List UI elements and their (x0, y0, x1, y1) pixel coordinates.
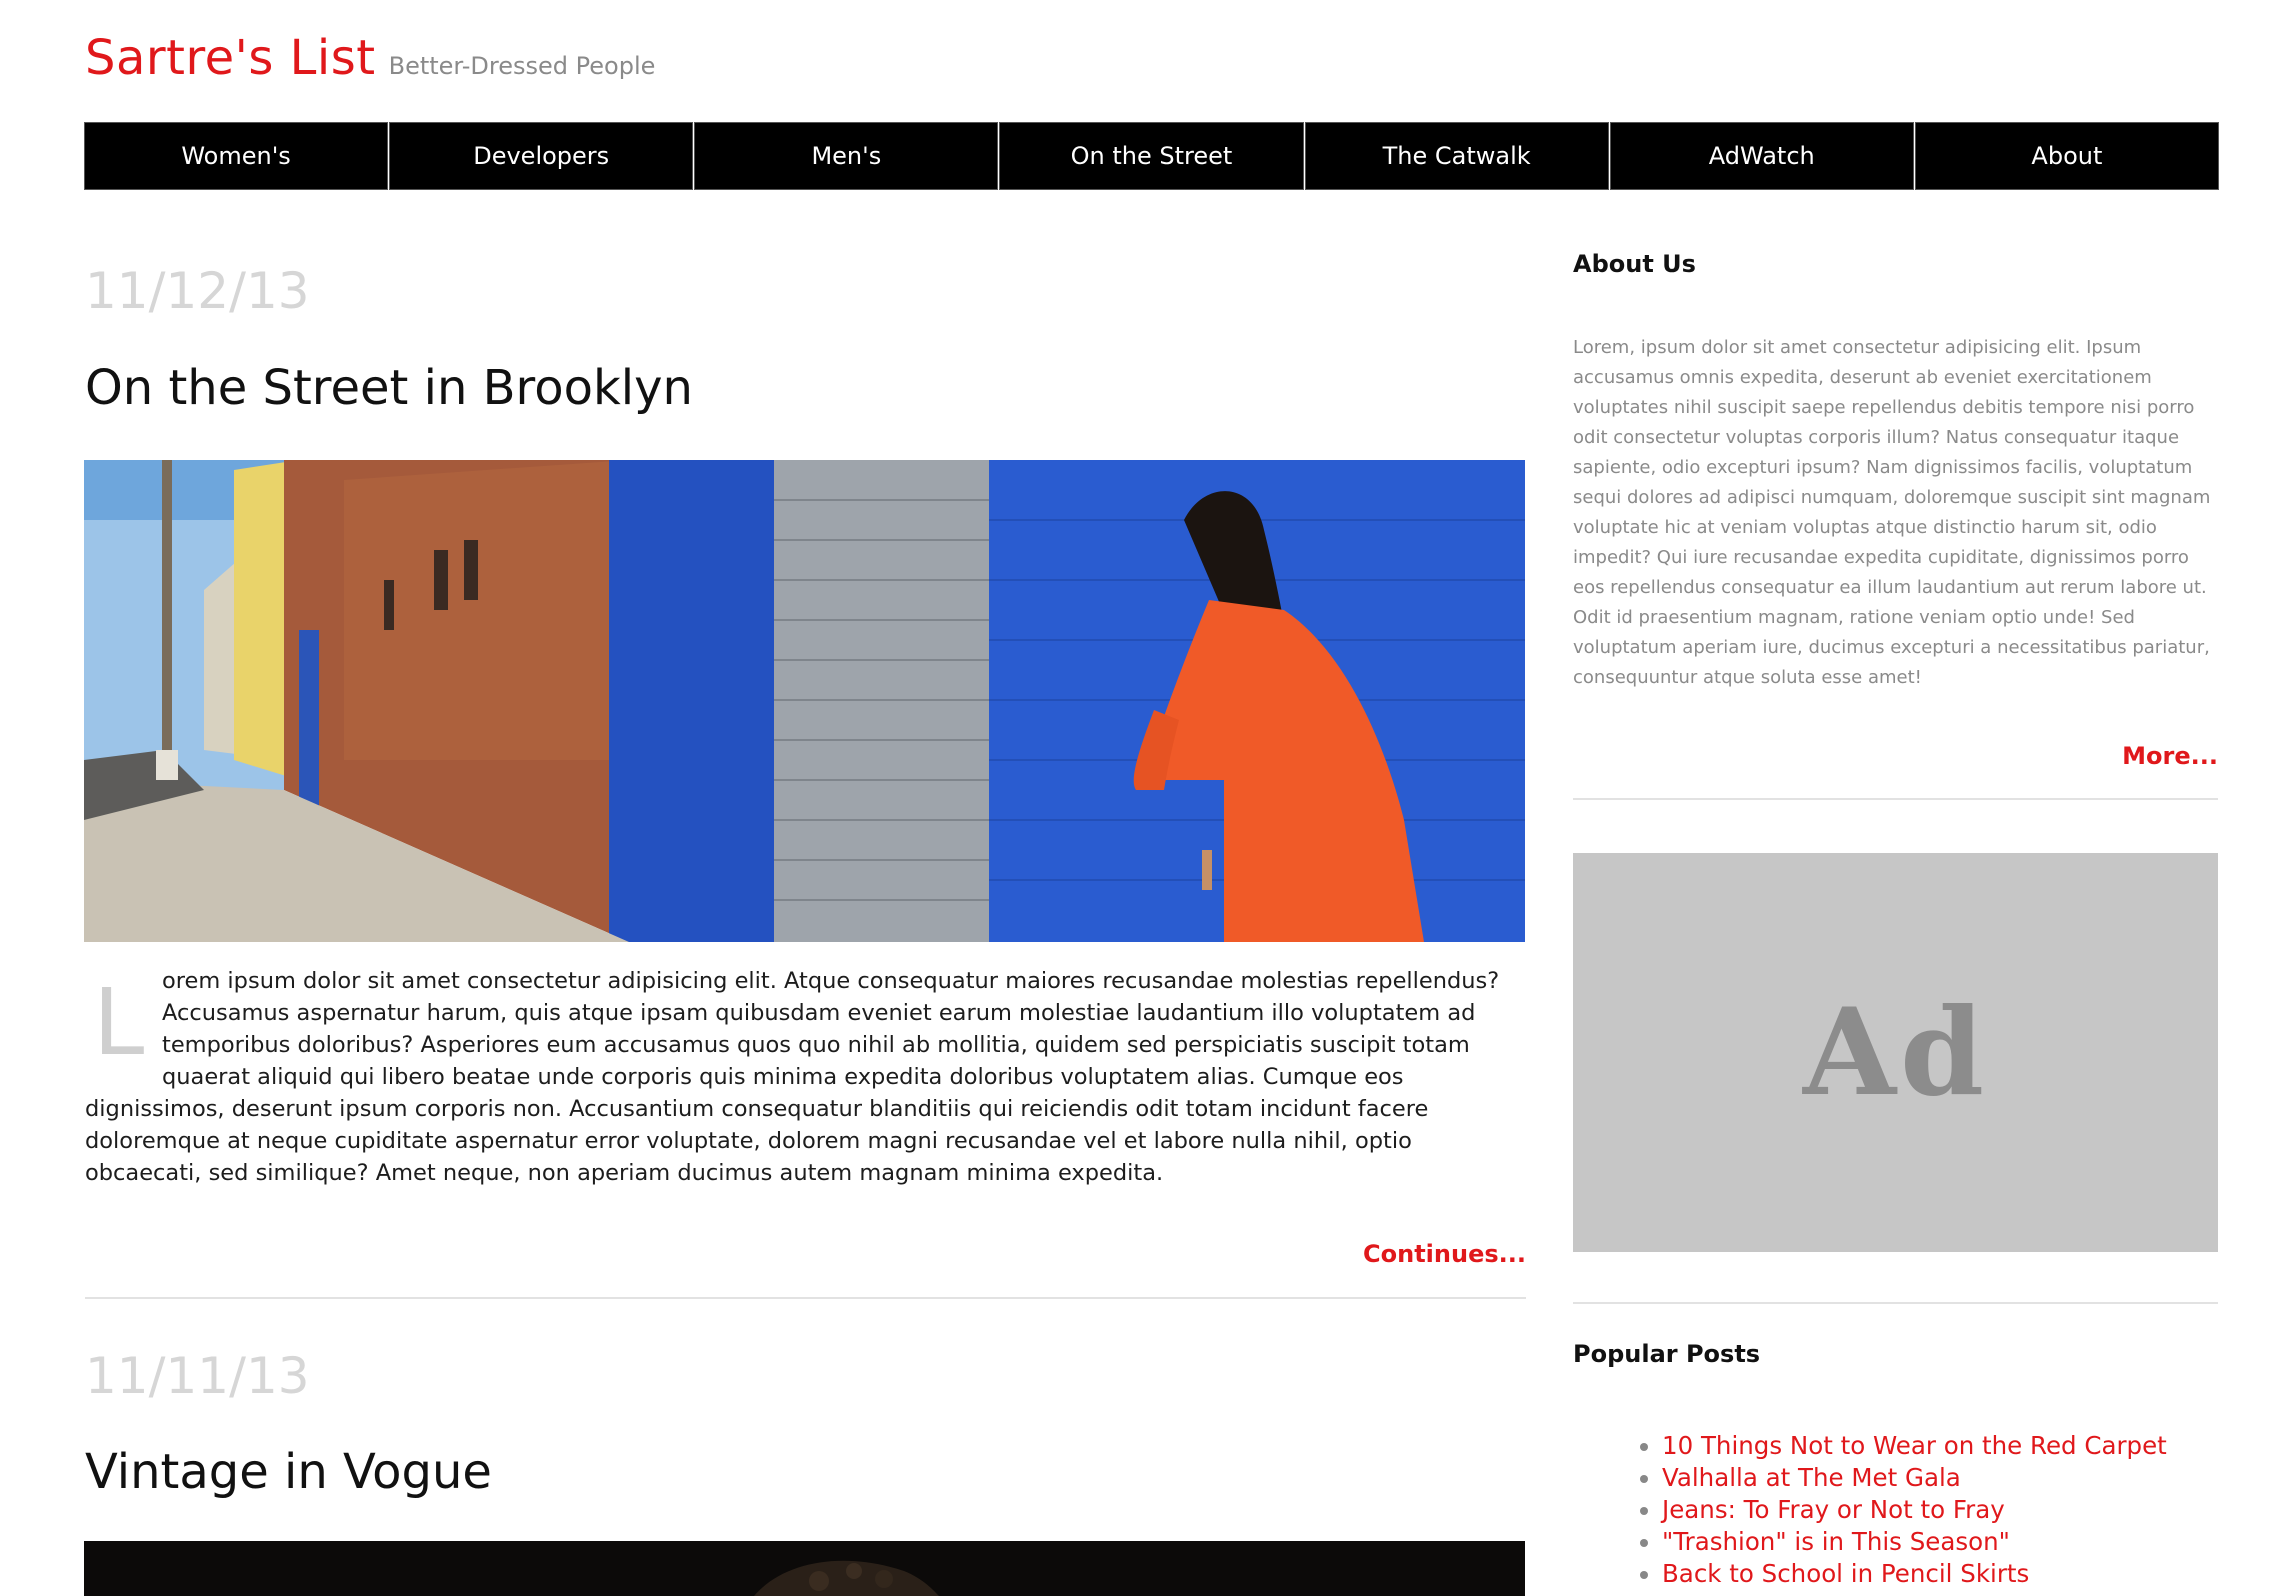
ad-banner[interactable]: Ad (1573, 853, 2218, 1252)
site-header: Sartre's List Better-Dressed People (85, 30, 655, 86)
post-title[interactable]: Vintage in Vogue (85, 1444, 492, 1500)
post-divider (85, 1297, 1526, 1299)
popular-post-link[interactable]: "Trashion" is in This Season" (1662, 1527, 2010, 1556)
page: Sartre's List Better-Dressed People Wome… (0, 0, 2294, 1596)
list-item: Back to School in Pencil Skirts (1662, 1558, 2167, 1590)
list-item: Jeans: To Fray or Not to Fray (1662, 1494, 2167, 1526)
popular-posts-list: 10 Things Not to Wear on the Red Carpet … (1662, 1430, 2167, 1590)
site-tagline: Better-Dressed People (388, 52, 656, 80)
nav-item-womens[interactable]: Women's (83, 122, 389, 190)
list-item: "Trashion" is in This Season" (1662, 1526, 2167, 1558)
continues-link[interactable]: Continues... (1363, 1240, 1526, 1268)
site-title[interactable]: Sartre's List (85, 30, 376, 86)
nav-item-mens[interactable]: Men's (694, 122, 999, 190)
post-image (84, 460, 1525, 942)
about-us-text: Lorem, ipsum dolor sit amet consectetur … (1573, 337, 2211, 688)
post-date: 11/11/13 (85, 1347, 310, 1405)
about-us-heading: About Us (1573, 250, 1696, 278)
ad-label: Ad (1802, 982, 1988, 1123)
list-item: Valhalla at The Met Gala (1662, 1462, 2167, 1494)
popular-post-link[interactable]: Valhalla at The Met Gala (1662, 1463, 1961, 1492)
post-body: L orem ipsum dolor sit amet consectetur … (85, 965, 1526, 1189)
nav-item-about[interactable]: About (1914, 122, 2219, 190)
popular-post-link[interactable]: 10 Things Not to Wear on the Red Carpet (1662, 1431, 2167, 1460)
popular-posts-heading: Popular Posts (1573, 1340, 1761, 1368)
list-item: 10 Things Not to Wear on the Red Carpet (1662, 1430, 2167, 1462)
nav-item-developers[interactable]: Developers (389, 122, 694, 190)
nav-item-adwatch[interactable]: AdWatch (1609, 122, 1914, 190)
sidebar-divider (1573, 1302, 2218, 1304)
post-date: 11/12/13 (85, 262, 310, 320)
post-title[interactable]: On the Street in Brooklyn (85, 360, 693, 416)
post-dropcap: L (93, 969, 145, 1076)
popular-post-link[interactable]: Back to School in Pencil Skirts (1662, 1559, 2029, 1588)
sidebar-divider (1573, 798, 2218, 800)
post-body-text: orem ipsum dolor sit amet consectetur ad… (85, 968, 1500, 1186)
post-image (84, 1541, 1525, 1596)
popular-post-link[interactable]: Jeans: To Fray or Not to Fray (1662, 1495, 2005, 1524)
nav-item-the-catwalk[interactable]: The Catwalk (1304, 122, 1609, 190)
more-link[interactable]: More... (2122, 742, 2218, 770)
main-nav: Women's Developers Men's On the Street T… (83, 122, 2219, 190)
nav-item-on-the-street[interactable]: On the Street (999, 122, 1304, 190)
